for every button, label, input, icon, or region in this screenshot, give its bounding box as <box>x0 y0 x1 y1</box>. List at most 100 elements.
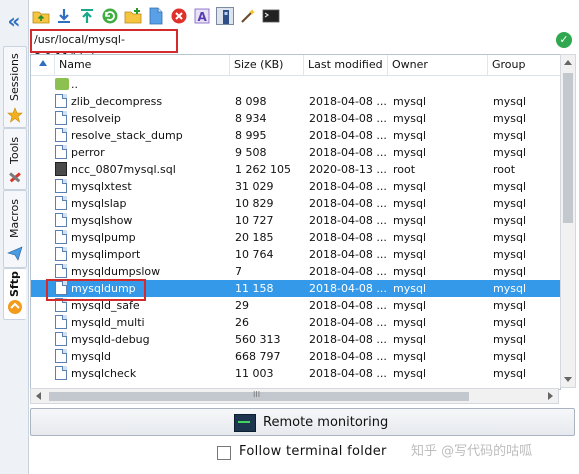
hidden-files-toggle-icon[interactable] <box>216 7 234 25</box>
file-icon <box>55 247 67 261</box>
file-size: 26 <box>235 316 249 329</box>
file-row[interactable]: mysqldump 11 158 2018-04-08 ... mysql mysql <box>31 280 560 297</box>
file-row[interactable]: mysqlxtest 31 029 2018-04-08 ... mysql mysql <box>31 178 560 195</box>
column-group[interactable]: Group <box>488 55 560 75</box>
file-name: mysqld_safe <box>71 299 140 312</box>
file-row[interactable]: mysqlimport 10 764 2018-04-08 ... mysql mysq… <box>31 246 560 263</box>
file-owner: mysql <box>393 282 426 295</box>
tab-macros[interactable]: Macros <box>3 190 27 268</box>
sort-indicator[interactable] <box>31 55 55 75</box>
file-name: zlib_decompress <box>71 95 163 108</box>
file-row[interactable]: mysqld_safe 29 2018-04-08 ... mysql mysql <box>31 297 560 314</box>
horizontal-scrollbar[interactable]: III <box>30 388 559 404</box>
file-size: 31 029 <box>235 180 274 193</box>
refresh-icon[interactable] <box>101 7 119 25</box>
file-modified: 2018-04-08 ... <box>309 367 387 380</box>
download-icon[interactable] <box>55 7 73 25</box>
file-size: 1 262 105 <box>235 163 291 176</box>
file-size: 20 185 <box>235 231 274 244</box>
file-group: mysql <box>493 231 526 244</box>
wand-icon[interactable] <box>239 7 257 25</box>
file-modified: 2018-04-08 ... <box>309 112 387 125</box>
column-name[interactable]: Name <box>55 55 230 75</box>
file-name: mysqlslap <box>71 197 127 210</box>
remote-monitoring-button[interactable]: Remote monitoring <box>30 408 575 436</box>
file-row[interactable]: mysqlshow 10 727 2018-04-08 ... mysql mysql <box>31 212 560 229</box>
scroll-left-icon[interactable] <box>36 392 41 400</box>
file-row[interactable]: ncc_0807mysql.sql 1 262 105 2020-08-13 ...… <box>31 161 560 178</box>
file-icon <box>55 281 67 295</box>
tab-sftp[interactable]: Sftp <box>3 268 26 320</box>
file-modified: 2018-04-08 ... <box>309 95 387 108</box>
terminal-icon[interactable] <box>262 7 280 25</box>
vertical-scrollbar[interactable] <box>560 54 576 388</box>
file-size: 10 764 <box>235 248 274 261</box>
file-list: Name Size (KB) Last modified Owner Group… <box>30 54 561 390</box>
file-icon <box>55 128 67 142</box>
scroll-down-icon[interactable] <box>564 377 572 382</box>
file-modified: 2018-04-08 ... <box>309 214 387 227</box>
file-row[interactable]: zlib_decompress 8 098 2018-04-08 ... mysql m… <box>31 93 560 110</box>
file-row[interactable]: resolve_stack_dump 8 995 2018-04-08 ... mys… <box>31 127 560 144</box>
file-owner: mysql <box>393 299 426 312</box>
file-name: mysqlpump <box>71 231 136 244</box>
file-row[interactable]: mysqldumpslow 7 2018-04-08 ... mysql mysql <box>31 263 560 280</box>
file-row[interactable]: perror 9 508 2018-04-08 ... mysql mysql <box>31 144 560 161</box>
file-row[interactable]: mysqld_multi 26 2018-04-08 ... mysql mysql <box>31 314 560 331</box>
confirm-path-icon[interactable]: ✓ <box>556 32 572 48</box>
file-size: 10 829 <box>235 197 274 210</box>
left-sidebar: « Sessions Tools Macros Sftp <box>0 0 29 474</box>
parent-directory-row[interactable]: .. <box>31 76 560 93</box>
file-group: mysql <box>493 146 526 159</box>
file-name: mysqld <box>71 350 111 363</box>
file-icon <box>55 349 67 363</box>
file-owner: mysql <box>393 95 426 108</box>
file-icon <box>55 111 67 125</box>
file-modified: 2018-04-08 ... <box>309 299 387 312</box>
column-owner[interactable]: Owner <box>388 55 488 75</box>
vertical-scroll-thumb[interactable] <box>563 73 573 223</box>
parent-folder-icon[interactable] <box>32 7 50 25</box>
file-name: resolve_stack_dump <box>71 129 183 142</box>
file-icon <box>55 332 67 346</box>
parent-folder-icon <box>55 78 69 90</box>
file-owner: mysql <box>393 316 426 329</box>
file-group: mysql <box>493 333 526 346</box>
tab-macros-label: Macros <box>8 198 21 238</box>
file-icon <box>55 179 67 193</box>
file-group: mysql <box>493 112 526 125</box>
column-size[interactable]: Size (KB) <box>230 55 304 75</box>
scroll-up-icon[interactable] <box>564 60 572 65</box>
file-row[interactable]: mysqld 668 797 2018-04-08 ... mysql mysql <box>31 348 560 365</box>
upload-icon[interactable] <box>78 7 96 25</box>
file-modified: 2018-04-08 ... <box>309 180 387 193</box>
column-modified[interactable]: Last modified <box>304 55 388 75</box>
new-folder-icon[interactable] <box>124 7 142 25</box>
file-owner: mysql <box>393 180 426 193</box>
file-row[interactable]: mysqld-debug 560 313 2018-04-08 ... mysql my… <box>31 331 560 348</box>
new-file-icon[interactable] <box>147 7 165 25</box>
tab-sessions[interactable]: Sessions <box>3 46 27 128</box>
file-owner: mysql <box>393 265 426 278</box>
file-size: 8 995 <box>235 129 267 142</box>
file-group: root <box>493 163 516 176</box>
file-modified: 2018-04-08 ... <box>309 197 387 210</box>
follow-terminal-checkbox[interactable] <box>217 446 231 460</box>
file-row[interactable]: mysqlslap 10 829 2018-04-08 ... mysql mysql <box>31 195 560 212</box>
rename-icon[interactable]: A <box>193 7 211 25</box>
file-row[interactable]: resolveip 8 934 2018-04-08 ... mysql mysql <box>31 110 560 127</box>
file-owner: mysql <box>393 367 426 380</box>
scroll-right-icon[interactable] <box>548 392 553 400</box>
delete-icon[interactable] <box>170 7 188 25</box>
path-input[interactable]: /usr/local/mysql-8.0.11/bin/ <box>30 29 178 64</box>
file-row[interactable]: mysqlcheck 11 003 2018-04-08 ... mysql mysql <box>31 365 560 382</box>
tools-icon <box>9 172 21 183</box>
file-name: resolveip <box>71 112 121 125</box>
tab-tools[interactable]: Tools <box>3 128 27 190</box>
file-modified: 2018-04-08 ... <box>309 231 387 244</box>
file-row[interactable]: mysqlpump 20 185 2018-04-08 ... mysql mysql <box>31 229 560 246</box>
file-name: mysqld_multi <box>71 316 145 329</box>
collapse-sidebar-icon[interactable]: « <box>4 10 24 32</box>
file-owner: mysql <box>393 333 426 346</box>
tab-sftp-label: Sftp <box>8 271 21 297</box>
